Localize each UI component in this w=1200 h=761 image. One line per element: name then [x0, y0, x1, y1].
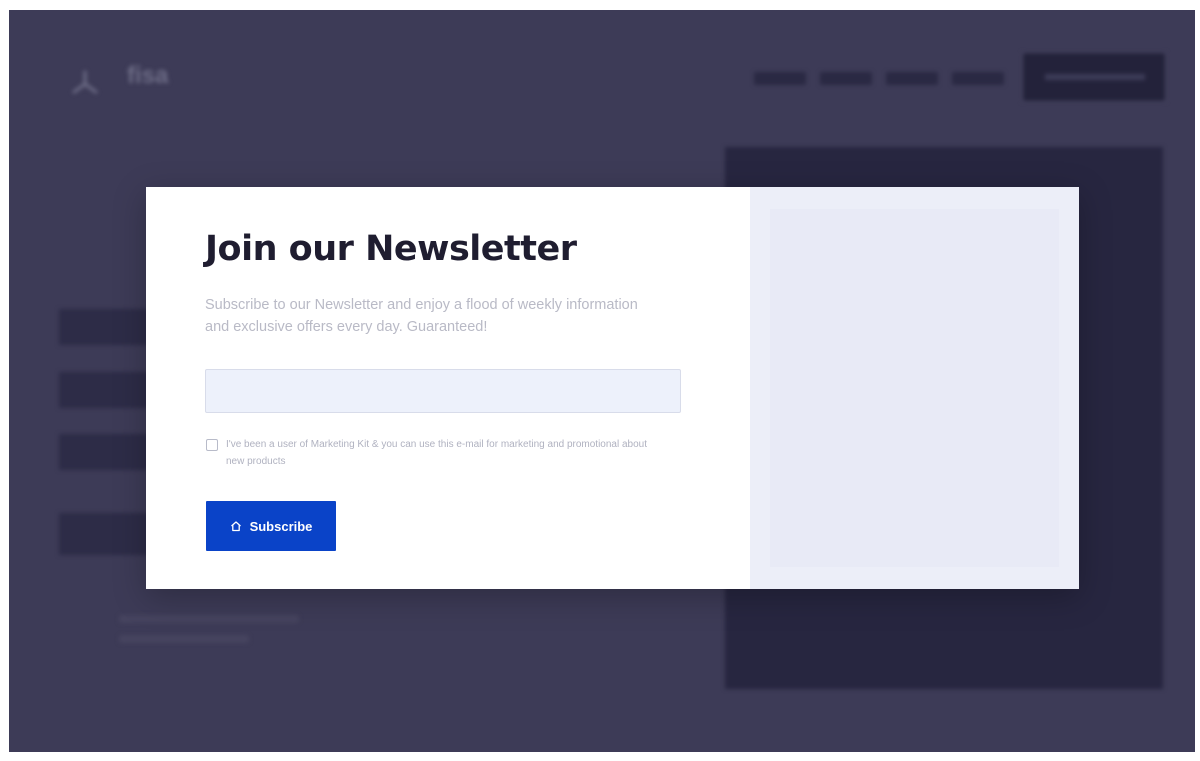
top-nav [754, 72, 1004, 85]
modal-side-panel [750, 187, 1079, 589]
nav-item[interactable] [886, 72, 938, 85]
nav-item[interactable] [820, 72, 872, 85]
background-block [59, 309, 149, 345]
background-text-line [119, 635, 249, 643]
app-frame: fisa Join our Newsletter Subscribe to ou… [9, 10, 1195, 752]
background-block [59, 513, 149, 555]
newsletter-modal: Join our Newsletter Subscribe to our New… [146, 187, 1079, 589]
logo-icon [72, 70, 98, 94]
nav-item[interactable] [754, 72, 806, 85]
modal-title: Join our Newsletter [205, 229, 577, 269]
background-block [59, 372, 149, 408]
modal-description: Subscribe to our Newsletter and enjoy a … [205, 297, 638, 335]
subscribe-button[interactable]: Subscribe [206, 501, 336, 551]
modal-side-image [770, 209, 1059, 567]
logo-text: fisa [127, 62, 169, 89]
nav-item[interactable] [952, 72, 1004, 85]
background-block [59, 434, 149, 470]
consent-checkbox[interactable] [206, 439, 218, 451]
home-icon [230, 521, 241, 532]
consent-text: I've been a user of Marketing Kit & you … [226, 439, 648, 467]
background-text-line [119, 615, 299, 623]
email-input[interactable] [205, 369, 681, 413]
header-cta-button[interactable] [1022, 52, 1166, 102]
cta-label-placeholder [1045, 74, 1145, 80]
subscribe-label: Subscribe [249, 518, 313, 534]
